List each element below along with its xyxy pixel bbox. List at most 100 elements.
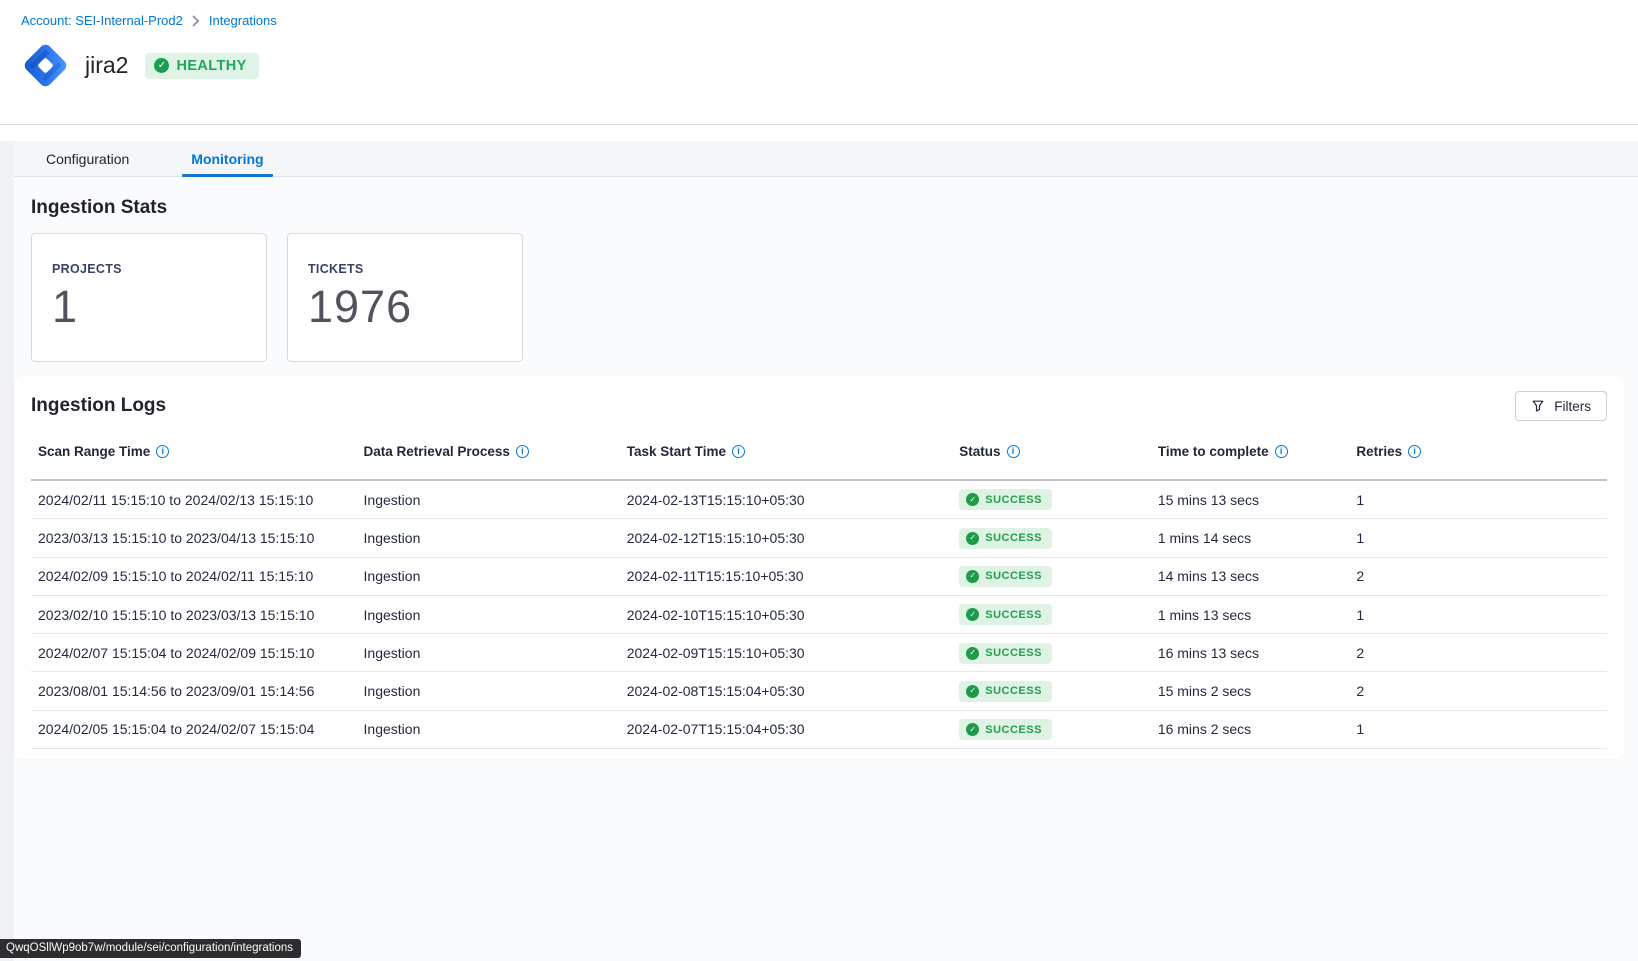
cell-status: ✓ SUCCESS bbox=[959, 642, 1158, 664]
table-row: 2024/02/11 15:15:10 to 2024/02/13 15:15:… bbox=[31, 481, 1607, 519]
chevron-right-icon bbox=[192, 15, 200, 27]
table-row: 2024/02/09 15:15:10 to 2024/02/11 15:15:… bbox=[31, 558, 1607, 596]
column-header: Time to complete i bbox=[1158, 443, 1357, 461]
filter-funnel-icon bbox=[1531, 399, 1545, 413]
stat-card-label: TICKETS bbox=[308, 262, 502, 276]
table-header-row: Scan Range Time i Data Retrieval Process… bbox=[31, 440, 1607, 481]
cell-time-to-complete: 15 mins 2 secs bbox=[1158, 683, 1357, 699]
cell-task-start-time: 2024-02-12T15:15:10+05:30 bbox=[627, 530, 960, 546]
cell-retries: 1 bbox=[1356, 530, 1607, 546]
cell-retries: 2 bbox=[1356, 645, 1607, 661]
check-circle-icon: ✓ bbox=[966, 532, 979, 545]
column-header-label: Retries bbox=[1356, 444, 1402, 459]
breadcrumb-account-link[interactable]: Account: SEI-Internal-Prod2 bbox=[21, 13, 183, 28]
cell-task-start-time: 2024-02-09T15:15:10+05:30 bbox=[627, 645, 960, 661]
cell-status: ✓ SUCCESS bbox=[959, 527, 1158, 549]
cell-data-retrieval-process: Ingestion bbox=[364, 645, 627, 661]
breadcrumb-integrations-link[interactable]: Integrations bbox=[209, 13, 277, 28]
cell-time-to-complete: 16 mins 13 secs bbox=[1158, 645, 1357, 661]
status-label: SUCCESS bbox=[985, 647, 1042, 659]
status-label: SUCCESS bbox=[985, 570, 1042, 582]
column-header-label: Status bbox=[959, 444, 1000, 459]
tab-bar: Configuration Monitoring bbox=[14, 141, 1638, 177]
status-label: SUCCESS bbox=[985, 494, 1042, 506]
filters-button-label: Filters bbox=[1554, 399, 1591, 414]
jira-icon bbox=[17, 37, 74, 94]
column-header-label: Time to complete bbox=[1158, 444, 1269, 459]
page-header: Account: SEI-Internal-Prod2 Integrations bbox=[0, 0, 1638, 125]
table-row: 2024/02/07 15:15:04 to 2024/02/09 15:15:… bbox=[31, 634, 1607, 672]
column-header-label: Scan Range Time bbox=[38, 444, 150, 459]
health-status-badge: ✓ HEALTHY bbox=[145, 53, 258, 79]
tab-configuration[interactable]: Configuration bbox=[44, 141, 131, 176]
cell-status: ✓ SUCCESS bbox=[959, 719, 1158, 741]
check-circle-icon: ✓ bbox=[966, 723, 979, 736]
ingestion-logs-heading: Ingestion Logs bbox=[31, 395, 166, 417]
stat-card: PROJECTS 1 bbox=[31, 233, 267, 362]
column-header: Status i bbox=[959, 443, 1158, 461]
breadcrumb: Account: SEI-Internal-Prod2 Integrations bbox=[0, 0, 1638, 28]
cell-scan-range-time: 2024/02/07 15:15:04 to 2024/02/09 15:15:… bbox=[31, 645, 364, 661]
column-header: Scan Range Time i bbox=[31, 443, 364, 461]
header-spacer bbox=[0, 125, 1638, 141]
filters-button[interactable]: Filters bbox=[1515, 391, 1607, 421]
cell-data-retrieval-process: Ingestion bbox=[364, 683, 627, 699]
check-circle-icon: ✓ bbox=[966, 647, 979, 660]
cell-retries: 1 bbox=[1356, 492, 1607, 508]
info-icon[interactable]: i bbox=[156, 445, 169, 458]
table-row: 2023/02/10 15:15:10 to 2023/03/13 15:15:… bbox=[31, 596, 1607, 634]
cell-retries: 1 bbox=[1356, 721, 1607, 737]
info-icon[interactable]: i bbox=[516, 445, 529, 458]
cell-scan-range-time: 2023/02/10 15:15:10 to 2023/03/13 15:15:… bbox=[31, 607, 364, 623]
status-badge: ✓ SUCCESS bbox=[959, 604, 1052, 625]
cell-scan-range-time: 2024/02/05 15:15:04 to 2024/02/07 15:15:… bbox=[31, 721, 364, 737]
cell-status: ✓ SUCCESS bbox=[959, 680, 1158, 702]
cell-data-retrieval-process: Ingestion bbox=[364, 568, 627, 584]
status-badge: ✓ SUCCESS bbox=[959, 719, 1052, 740]
check-circle-icon: ✓ bbox=[966, 685, 979, 698]
column-header-label: Data Retrieval Process bbox=[364, 444, 510, 459]
main-content: Ingestion Stats PROJECTS 1 TICKETS 1976 … bbox=[14, 197, 1624, 759]
info-icon[interactable]: i bbox=[1408, 445, 1421, 458]
cell-retries: 2 bbox=[1356, 568, 1607, 584]
stat-card-value: 1976 bbox=[308, 284, 502, 329]
status-label: SUCCESS bbox=[985, 685, 1042, 697]
cell-time-to-complete: 16 mins 2 secs bbox=[1158, 721, 1357, 737]
cell-time-to-complete: 15 mins 13 secs bbox=[1158, 492, 1357, 508]
status-badge: ✓ SUCCESS bbox=[959, 489, 1052, 510]
cell-data-retrieval-process: Ingestion bbox=[364, 721, 627, 737]
check-circle-icon: ✓ bbox=[966, 493, 979, 506]
ingestion-stats-heading: Ingestion Stats bbox=[31, 197, 1624, 219]
ingestion-logs-panel: Ingestion Logs Filters Scan Range Time i bbox=[14, 376, 1624, 759]
cell-retries: 2 bbox=[1356, 683, 1607, 699]
cell-status: ✓ SUCCESS bbox=[959, 604, 1158, 626]
table-row: 2024/02/05 15:15:04 to 2024/02/07 15:15:… bbox=[31, 711, 1607, 749]
cell-status: ✓ SUCCESS bbox=[959, 565, 1158, 587]
cell-time-to-complete: 1 mins 14 secs bbox=[1158, 530, 1357, 546]
tab-monitoring[interactable]: Monitoring bbox=[189, 141, 265, 176]
cell-data-retrieval-process: Ingestion bbox=[364, 530, 627, 546]
column-header: Retries i bbox=[1356, 443, 1607, 461]
info-icon[interactable]: i bbox=[1007, 445, 1020, 458]
stat-cards-row: PROJECTS 1 TICKETS 1976 bbox=[31, 233, 1624, 362]
cell-status: ✓ SUCCESS bbox=[959, 489, 1158, 511]
cell-task-start-time: 2024-02-08T15:15:04+05:30 bbox=[627, 683, 960, 699]
stat-card: TICKETS 1976 bbox=[287, 233, 523, 362]
status-label: SUCCESS bbox=[985, 609, 1042, 621]
cell-retries: 1 bbox=[1356, 607, 1607, 623]
cell-scan-range-time: 2023/03/13 15:15:10 to 2023/04/13 15:15:… bbox=[31, 530, 364, 546]
check-circle-icon: ✓ bbox=[966, 608, 979, 621]
integration-name-title: jira2 bbox=[85, 52, 128, 79]
info-icon[interactable]: i bbox=[732, 445, 745, 458]
table-body: 2024/02/11 15:15:10 to 2024/02/13 15:15:… bbox=[31, 481, 1607, 749]
health-status-label: HEALTHY bbox=[176, 58, 246, 74]
column-header-label: Task Start Time bbox=[627, 444, 726, 459]
info-icon[interactable]: i bbox=[1275, 445, 1288, 458]
cell-task-start-time: 2024-02-11T15:15:10+05:30 bbox=[627, 568, 960, 584]
collapsed-nav-strip bbox=[0, 141, 14, 961]
status-label: SUCCESS bbox=[985, 724, 1042, 736]
column-header: Task Start Time i bbox=[627, 443, 960, 461]
cell-scan-range-time: 2023/08/01 15:14:56 to 2023/09/01 15:14:… bbox=[31, 683, 364, 699]
status-badge: ✓ SUCCESS bbox=[959, 643, 1052, 664]
cell-scan-range-time: 2024/02/09 15:15:10 to 2024/02/11 15:15:… bbox=[31, 568, 364, 584]
